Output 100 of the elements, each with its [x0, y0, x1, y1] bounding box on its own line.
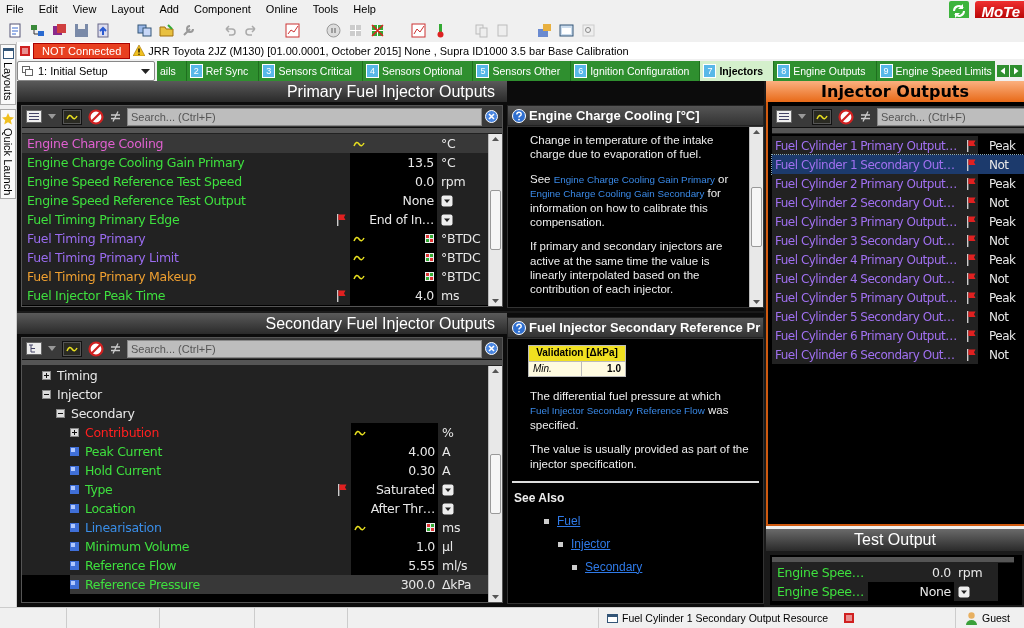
folder-icon[interactable]	[159, 22, 174, 38]
graph-toggle-button[interactable]	[812, 108, 832, 125]
parameter-name: Timing	[57, 368, 98, 383]
search-field[interactable]: Search... (Ctrl+F)	[127, 107, 482, 126]
search-field[interactable]: Search... (Ctrl+F)	[877, 107, 1024, 126]
list-icon[interactable]	[26, 110, 42, 123]
expand-icon[interactable]	[42, 371, 51, 380]
not-equal-icon[interactable]	[110, 111, 121, 122]
scrollbar[interactable]	[488, 134, 502, 306]
list-icon[interactable]	[776, 110, 792, 123]
dock-tab[interactable]: Layouts	[0, 44, 16, 105]
dock-tab[interactable]: Quick Launch	[0, 108, 16, 199]
value-text: 13.5	[407, 155, 434, 170]
caret-icon[interactable]	[48, 346, 56, 351]
stack-icon[interactable]	[52, 22, 67, 38]
chart-icon[interactable]	[285, 22, 300, 38]
unit-text: °C	[441, 136, 456, 151]
grid-icon[interactable]	[425, 253, 434, 262]
document-icon[interactable]	[8, 22, 23, 38]
value-text: Not	[989, 157, 1009, 172]
network-icon[interactable]	[30, 22, 45, 38]
stop-icon[interactable]	[838, 108, 854, 125]
dropdown-button[interactable]	[441, 194, 453, 207]
tab-number: 2	[189, 64, 203, 78]
layout-dropdown[interactable]: 1: Initial Setup	[17, 61, 155, 81]
scrollbar[interactable]	[488, 366, 502, 602]
collapse-icon[interactable]	[42, 390, 51, 399]
scrollbar[interactable]	[749, 127, 763, 307]
parameter-name: Fuel Timing Primary Limit	[27, 250, 179, 265]
menu-item[interactable]: View	[66, 3, 103, 15]
window-icon[interactable]	[559, 22, 574, 38]
value-text: Peak	[989, 138, 1016, 153]
table-row[interactable]: Engine Spee… None	[772, 582, 1022, 601]
scroll-down-icon[interactable]	[492, 595, 499, 599]
scroll-down-icon[interactable]	[492, 299, 499, 303]
unit-text: A	[442, 463, 451, 478]
menu-item[interactable]: Layout	[105, 3, 151, 15]
grid-icon[interactable]	[370, 22, 385, 38]
clear-icon[interactable]	[485, 342, 498, 355]
clear-icon[interactable]	[485, 110, 498, 123]
wrench-icon[interactable]	[181, 22, 196, 38]
grid-icon[interactable]	[426, 523, 435, 532]
help-link[interactable]: Engine Charge Cooling Gain Secondary	[530, 188, 705, 200]
scroll-thumb[interactable]	[490, 190, 501, 250]
scroll-up-icon[interactable]	[492, 369, 499, 373]
see-also-link[interactable]: Injector	[571, 536, 611, 552]
save-icon[interactable]	[74, 22, 89, 38]
menu-item[interactable]: Add	[153, 3, 185, 15]
menu-item[interactable]: Online	[259, 3, 304, 15]
not-equal-icon[interactable]	[860, 111, 871, 122]
menu-item[interactable]: Component	[187, 3, 257, 15]
see-also-link[interactable]: Fuel	[557, 513, 581, 529]
scroll-left-button[interactable]	[997, 65, 1009, 77]
grid-icon[interactable]	[425, 234, 434, 243]
graph-toggle-button[interactable]	[62, 108, 82, 125]
output-name: Fuel Cylinder 2 Primary Output…	[775, 176, 957, 191]
scroll-up-icon[interactable]	[492, 137, 499, 141]
scroll-thumb[interactable]	[490, 454, 501, 514]
caret-icon[interactable]	[48, 114, 56, 119]
stop-icon[interactable]	[88, 108, 104, 125]
refresh-button[interactable]	[949, 1, 970, 21]
help-link[interactable]: Engine Charge Cooling Gain Primary	[553, 173, 715, 185]
scroll-down-icon[interactable]	[753, 300, 760, 304]
menu-item[interactable]: Help	[347, 3, 382, 15]
menu-item[interactable]: Tools	[306, 3, 345, 15]
search-icon[interactable]	[581, 22, 596, 38]
value-text: Peak	[989, 176, 1016, 191]
upload-icon[interactable]	[96, 22, 111, 38]
workbook-tab[interactable]: 7 Injectors	[700, 61, 775, 81]
table-row[interactable]: Engine Spee… 0.0 rpm	[772, 563, 1022, 582]
graph-toggle-button[interactable]	[62, 340, 82, 357]
square-icon	[70, 504, 79, 513]
chart-icon[interactable]	[411, 22, 426, 38]
output-name: Fuel Cylinder 5 Secondary Out…	[775, 309, 955, 324]
dropdown-button[interactable]	[441, 213, 453, 226]
menu-item[interactable]: File	[0, 3, 30, 15]
stop-icon[interactable]	[88, 340, 104, 357]
dropdown-button[interactable]	[442, 483, 454, 496]
pause-icon[interactable]	[326, 22, 341, 38]
scroll-up-icon[interactable]	[753, 130, 760, 134]
unit-text: °BTDC	[441, 269, 481, 284]
collapse-icon[interactable]	[56, 409, 65, 418]
parameter-name: Fuel Timing Primary Makeup	[27, 269, 197, 284]
grid-icon[interactable]	[425, 272, 434, 281]
tab-number: 5	[476, 64, 490, 78]
scroll-right-button[interactable]	[1010, 65, 1022, 77]
menu-item[interactable]: Edit	[32, 3, 64, 15]
expand-icon[interactable]	[70, 428, 79, 437]
dropdown-button[interactable]	[442, 502, 454, 515]
see-also-link[interactable]: Secondary	[585, 559, 643, 575]
caret-icon[interactable]	[798, 114, 806, 119]
not-equal-icon[interactable]	[110, 343, 121, 354]
tree-icon[interactable]	[26, 342, 42, 355]
scroll-thumb[interactable]	[751, 187, 762, 247]
square-icon	[70, 561, 79, 570]
search-field[interactable]: Search... (Ctrl+F)	[127, 339, 482, 358]
compare-icon[interactable]	[137, 22, 152, 38]
help-link[interactable]: Fuel Injector Secondary Reference Flow	[530, 405, 705, 417]
dropdown-button[interactable]	[958, 585, 970, 598]
value-text: None	[919, 584, 951, 599]
